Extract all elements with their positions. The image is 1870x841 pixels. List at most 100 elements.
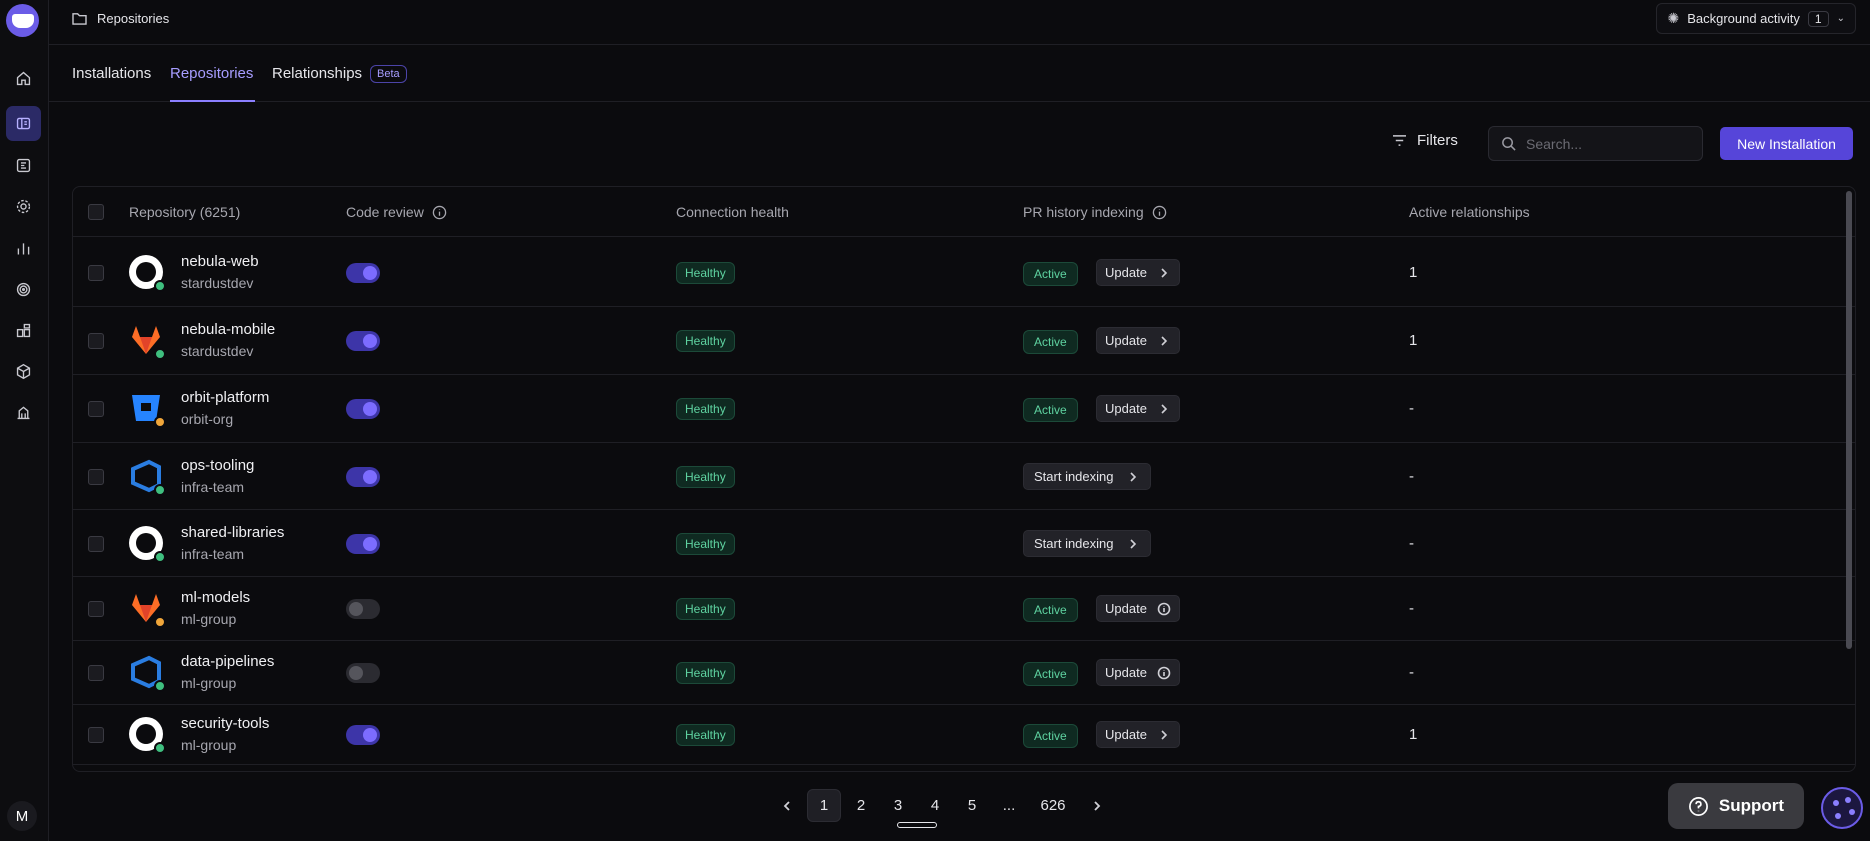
user-avatar[interactable]: M: [7, 801, 37, 831]
table-row[interactable]: nebula-web stardustdev Healthy Active Upd…: [73, 238, 1855, 307]
nav-pull-requests[interactable]: [6, 148, 41, 183]
page-1-button[interactable]: 1: [807, 789, 841, 822]
spinner-icon: ✺: [1667, 10, 1680, 26]
table-row[interactable]: security-tools ml-group Healthy Active Up…: [73, 705, 1855, 765]
integrations-icon: [16, 323, 31, 338]
repo-provider: [129, 391, 166, 428]
nav-analytics[interactable]: [6, 231, 41, 266]
tab-repositories[interactable]: Repositories: [170, 65, 253, 82]
table-row[interactable]: ml-models ml-group Healthy Active Update …: [73, 577, 1855, 641]
repo-name[interactable]: data-pipelines: [181, 653, 274, 670]
nav-organization[interactable]: [6, 395, 41, 430]
row-checkbox[interactable]: [88, 469, 104, 485]
nav-settings[interactable]: [6, 189, 41, 224]
page-4-button[interactable]: 4: [918, 789, 952, 822]
nav-repositories[interactable]: [6, 106, 41, 141]
search-icon: [1502, 137, 1516, 151]
repo-name[interactable]: security-tools: [181, 715, 269, 732]
repo-name[interactable]: nebula-mobile: [181, 321, 275, 338]
breadcrumb: Repositories: [72, 11, 169, 26]
search-box[interactable]: [1488, 126, 1703, 161]
info-icon: [1157, 666, 1171, 679]
table-row[interactable]: nebula-mobile stardustdev Healthy Active…: [73, 307, 1855, 375]
row-checkbox[interactable]: [88, 727, 104, 743]
page-3-button[interactable]: 3: [881, 789, 915, 822]
code-review-toggle[interactable]: [346, 263, 380, 283]
nav-home[interactable]: [6, 61, 41, 96]
repo-provider: [129, 526, 166, 563]
chevron-right-icon: [1161, 403, 1168, 414]
update-button[interactable]: Update: [1096, 395, 1180, 422]
scroll-hint: [897, 822, 937, 828]
start-indexing-button[interactable]: Start indexing: [1023, 530, 1151, 557]
info-icon[interactable]: [1152, 205, 1167, 220]
row-checkbox[interactable]: [88, 333, 104, 349]
repo-name[interactable]: orbit-platform: [181, 389, 269, 406]
nav-integrations[interactable]: [6, 313, 41, 348]
row-checkbox[interactable]: [88, 265, 104, 281]
connection-health-badge: Healthy: [676, 533, 735, 555]
repo-name[interactable]: ops-tooling: [181, 457, 254, 474]
last-page-button[interactable]: 626: [1029, 789, 1077, 822]
code-review-toggle[interactable]: [346, 599, 380, 619]
select-all-checkbox[interactable]: [88, 204, 104, 220]
table-row[interactable]: data-pipelines ml-group Healthy Active Up…: [73, 641, 1855, 705]
table-row[interactable]: shared-libraries infra-team Healthy Star…: [73, 510, 1855, 577]
row-checkbox[interactable]: [88, 665, 104, 681]
row-checkbox[interactable]: [88, 536, 104, 552]
start-indexing-button[interactable]: Start indexing: [1023, 463, 1151, 490]
active-relationships-count: -: [1409, 664, 1414, 681]
repo-name[interactable]: nebula-web: [181, 253, 259, 270]
page-2-button[interactable]: 2: [844, 789, 878, 822]
support-button[interactable]: Support: [1668, 783, 1804, 829]
nav-target[interactable]: [6, 272, 41, 307]
background-activity-button[interactable]: ✺ Background activity 1 ⌄: [1656, 3, 1856, 34]
code-review-toggle[interactable]: [346, 467, 380, 487]
status-dot: [154, 680, 166, 692]
code-review-toggle[interactable]: [346, 331, 380, 351]
code-review-toggle[interactable]: [346, 399, 380, 419]
chevron-right-icon: [1129, 538, 1136, 549]
repo-name[interactable]: ml-models: [181, 589, 250, 606]
tab-relationships[interactable]: Relationships: [272, 65, 362, 82]
chevron-left-icon: [783, 800, 790, 811]
code-review-toggle[interactable]: [346, 534, 380, 554]
pull-requests-icon: [16, 158, 31, 173]
update-button[interactable]: Update: [1096, 259, 1180, 286]
table-scrollbar[interactable]: [1846, 191, 1852, 649]
row-checkbox[interactable]: [88, 601, 104, 617]
next-page-button[interactable]: [1080, 789, 1114, 822]
info-icon: [1157, 602, 1171, 615]
page-5-button[interactable]: 5: [955, 789, 989, 822]
repo-provider: [129, 459, 166, 496]
repo-name[interactable]: shared-libraries: [181, 524, 284, 541]
nav-packages[interactable]: [6, 354, 41, 389]
update-button[interactable]: Update: [1096, 595, 1180, 622]
update-button[interactable]: Update: [1096, 721, 1180, 748]
prev-page-button[interactable]: [770, 789, 804, 822]
row-checkbox[interactable]: [88, 401, 104, 417]
connection-health-badge: Healthy: [676, 262, 735, 284]
assistant-fab-icon[interactable]: [1821, 787, 1863, 829]
code-review-toggle[interactable]: [346, 725, 380, 745]
update-button[interactable]: Update: [1096, 659, 1180, 686]
header-repository: Repository (6251): [129, 204, 241, 220]
connection-health-badge: Healthy: [676, 598, 735, 620]
active-relationships-count: 1: [1409, 332, 1418, 349]
info-icon[interactable]: [432, 205, 447, 220]
pr-status-badge: Active: [1023, 724, 1078, 748]
new-installation-button[interactable]: New Installation: [1720, 127, 1853, 160]
table-row[interactable]: ops-tooling infra-team Healthy Start ind…: [73, 443, 1855, 510]
update-button[interactable]: Update: [1096, 327, 1180, 354]
app-logo-icon[interactable]: [6, 4, 39, 37]
connection-health-badge: Healthy: [676, 662, 735, 684]
code-review-toggle[interactable]: [346, 663, 380, 683]
repo-org: infra-team: [181, 479, 245, 495]
search-input[interactable]: [1526, 135, 1686, 152]
beta-badge: Beta: [370, 65, 407, 83]
breadcrumb-label: Repositories: [97, 11, 170, 26]
status-dot: [154, 280, 166, 292]
table-row[interactable]: orbit-platform orbit-org Healthy Active U…: [73, 375, 1855, 443]
tab-installations[interactable]: Installations: [72, 65, 151, 82]
filters-button[interactable]: Filters: [1392, 132, 1458, 149]
